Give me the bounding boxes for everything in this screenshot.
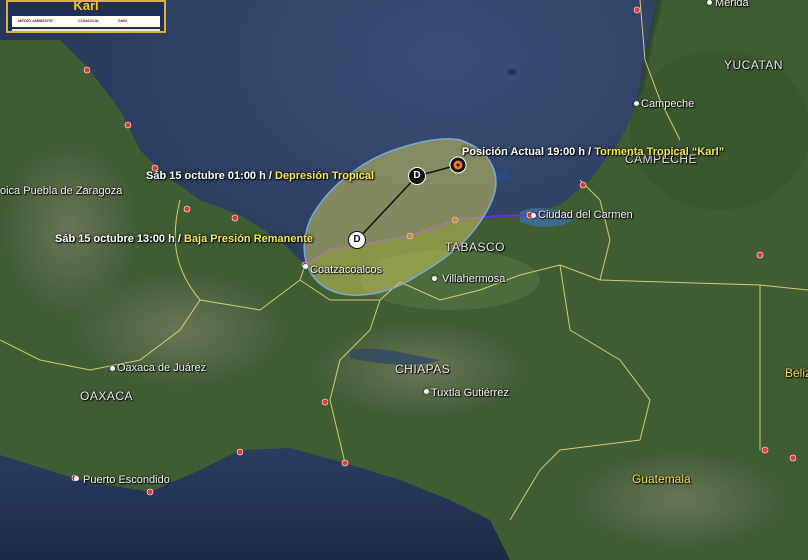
logo-org-1: MEDIO AMBIENTE	[18, 18, 53, 23]
logo-strip	[12, 29, 160, 31]
city-puebla: oica Puebla de Zaragoza	[0, 185, 123, 197]
city-ciudad-del-carmen: Ciudad del Carmen	[538, 209, 633, 221]
annotation-point1: Sáb 15 octubre 01:00 h / Depresión Tropi…	[146, 170, 374, 182]
city-dot-merida	[707, 0, 712, 5]
logo-org-2: CONAGUA	[78, 18, 99, 23]
region-chiapas: CHIAPAS	[395, 362, 451, 376]
city-dot-coatzacoalcos	[303, 264, 308, 269]
terrain-guatemala	[570, 450, 790, 550]
city-dot-villahermosa	[432, 276, 437, 281]
region-yucatan: YUCATAN	[724, 58, 784, 72]
current-separator: /	[585, 146, 595, 158]
country-belize: Beliz	[785, 366, 808, 380]
point2-separator: /	[174, 233, 184, 245]
gulf-reef	[507, 69, 517, 75]
region-oaxaca: OAXACA	[80, 389, 134, 403]
current-time-label: Posición Actual 19:00 h	[462, 146, 586, 158]
agency-logo: Karl MEDIO AMBIENTE CONAGUA SMN	[6, 0, 166, 33]
city-campeche: Campeche	[641, 98, 695, 110]
city-dot-campeche	[634, 101, 639, 106]
point1-separator: /	[265, 170, 275, 182]
gulf-shoal	[495, 169, 511, 181]
point1-status-label: Depresión Tropical	[275, 170, 375, 182]
city-dot-oaxaca	[110, 366, 115, 371]
point2-time-label: Sáb 15 octubre 13:00 h	[55, 233, 175, 245]
logo-org-3: SMN	[118, 18, 127, 23]
terrain-yucatan-forest	[630, 50, 808, 210]
city-dot-ciudad-del-carmen	[531, 213, 536, 218]
forecast-marker-point2[interactable]: D	[348, 231, 366, 249]
current-status-label: Tormenta Tropical “Karl”	[594, 146, 725, 158]
city-merida: Mérida	[715, 0, 749, 9]
city-dot-tuxtla	[424, 389, 429, 394]
city-tuxtla-gutierrez: Tuxtla Gutiérrez	[431, 387, 509, 399]
city-dot-puerto-escondido	[74, 476, 79, 481]
point1-marker-letter: D	[413, 170, 421, 181]
city-puerto-escondido: Puerto Escondido	[83, 474, 170, 486]
city-coatzacoalcos: Coatzacoalcos	[310, 264, 383, 276]
city-villahermosa: Villahermosa	[442, 273, 506, 285]
country-guatemala: Guatemala	[632, 472, 691, 486]
annotation-current-position: Posición Actual 19:00 h / Tormenta Tropi…	[462, 146, 724, 158]
forecast-marker-point1[interactable]: D	[408, 167, 426, 185]
logo-storm-name: Karl	[73, 0, 99, 13]
region-tabasco: TABASCO	[445, 240, 505, 254]
weather-map: D D Karl MEDIO AMBIENTE CONAGUA SMN YUCA…	[0, 0, 808, 560]
point2-marker-letter: D	[353, 234, 361, 245]
storm-marker-current[interactable]	[449, 156, 467, 174]
annotation-point2: Sáb 15 octubre 13:00 h / Baja Presión Re…	[55, 233, 313, 245]
point1-time-label: Sáb 15 octubre 01:00 h	[146, 170, 266, 182]
city-oaxaca-de-juarez: Oaxaca de Juárez	[117, 362, 207, 374]
point2-status-label: Baja Presión Remanente	[184, 233, 313, 245]
